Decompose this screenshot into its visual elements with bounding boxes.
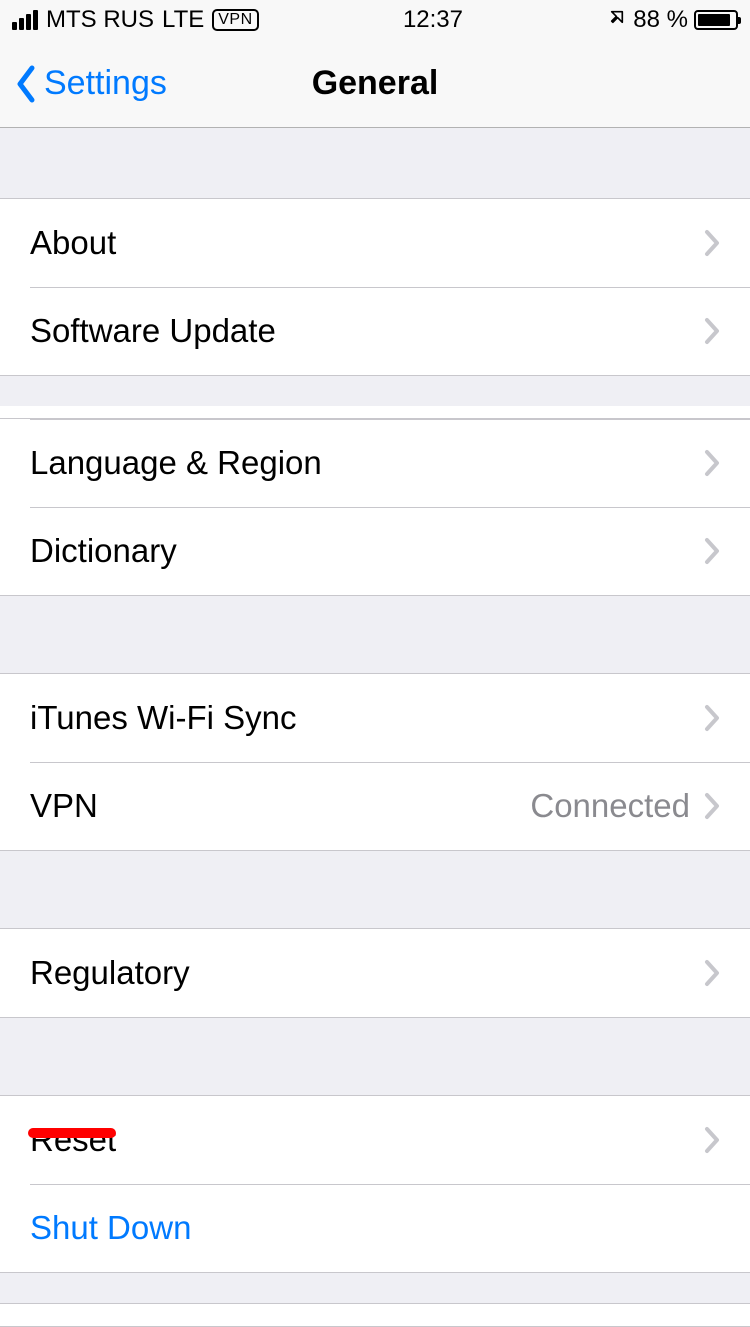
nav-header: Settings General — [0, 40, 750, 128]
row-regulatory[interactable]: Regulatory — [0, 929, 750, 1017]
row-dictionary[interactable]: Dictionary — [0, 507, 750, 595]
vpn-badge-icon: VPN — [212, 9, 258, 31]
chevron-right-icon — [704, 704, 720, 732]
status-time: 12:37 — [403, 6, 463, 34]
row-shut-down[interactable]: Shut Down — [0, 1184, 750, 1272]
row-label: Reset — [30, 1121, 704, 1159]
row-itunes-wifi-sync[interactable]: iTunes Wi-Fi Sync — [0, 674, 750, 762]
row-vpn[interactable]: VPN Connected — [0, 762, 750, 850]
section-gap — [0, 851, 750, 928]
row-about[interactable]: About — [0, 199, 750, 287]
chevron-right-icon — [704, 229, 720, 257]
carrier-label: MTS RUS — [46, 6, 154, 34]
settings-group: Regulatory — [0, 928, 750, 1018]
section-gap — [0, 1273, 750, 1303]
row-reset[interactable]: Reset — [0, 1096, 750, 1184]
row-language-region[interactable]: Language & Region — [0, 419, 750, 507]
row-label: Dictionary — [30, 532, 704, 570]
section-gap — [0, 596, 750, 673]
row-label: iTunes Wi-Fi Sync — [30, 699, 704, 737]
row-label: Regulatory — [30, 954, 704, 992]
status-right: 88 % — [607, 6, 738, 34]
chevron-right-icon — [704, 317, 720, 345]
row-label: About — [30, 224, 704, 262]
status-bar: MTS RUS LTE VPN 12:37 88 % — [0, 0, 750, 40]
row-software-update[interactable]: Software Update — [0, 287, 750, 375]
row-label: Language & Region — [30, 444, 704, 482]
signal-bars-icon — [12, 10, 38, 30]
settings-group: iTunes Wi-Fi Sync VPN Connected — [0, 673, 750, 851]
chevron-right-icon — [704, 792, 720, 820]
status-left: MTS RUS LTE VPN — [12, 6, 259, 34]
row-label: Software Update — [30, 312, 704, 350]
section-gap — [0, 1018, 750, 1095]
chevron-right-icon — [704, 1126, 720, 1154]
cropped-group-edge — [0, 1303, 750, 1327]
network-label: LTE — [162, 6, 204, 34]
battery-percent-label: 88 % — [633, 6, 688, 34]
annotation-underline — [28, 1128, 116, 1138]
chevron-right-icon — [704, 959, 720, 987]
row-label: Shut Down — [30, 1209, 720, 1247]
back-label: Settings — [44, 64, 167, 103]
battery-icon — [694, 10, 738, 30]
section-gap — [0, 128, 750, 198]
chevron-left-icon — [14, 64, 38, 104]
location-arrow-icon — [607, 6, 627, 34]
section-gap — [0, 376, 750, 406]
chevron-right-icon — [704, 449, 720, 477]
page-title: General — [312, 64, 439, 103]
settings-group: Language & Region Dictionary — [0, 419, 750, 596]
cropped-group-edge — [0, 406, 750, 419]
row-label: VPN — [30, 787, 530, 825]
back-button[interactable]: Settings — [0, 64, 167, 104]
row-value: Connected — [530, 787, 690, 825]
settings-group: About Software Update — [0, 198, 750, 376]
chevron-right-icon — [704, 537, 720, 565]
settings-group: Reset Shut Down — [0, 1095, 750, 1273]
